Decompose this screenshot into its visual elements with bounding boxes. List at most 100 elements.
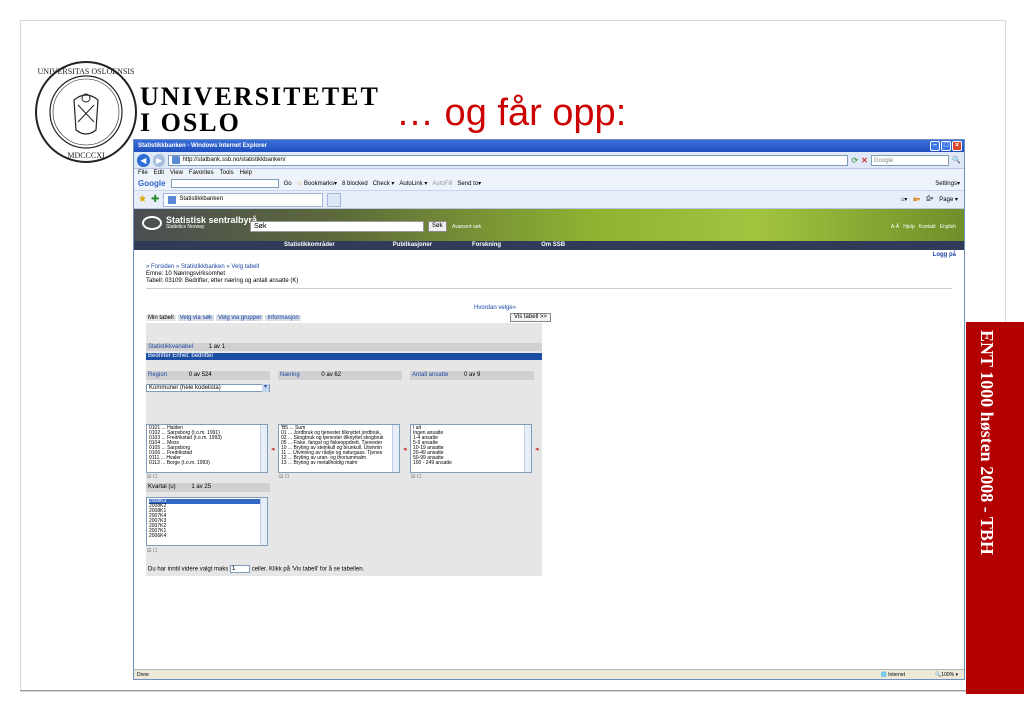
expand-arrow-icon[interactable]: ◂ [535, 445, 539, 453]
naering-listbox[interactable]: 'B5 ... Sum 01 ... Jordbruk og tjenester… [278, 424, 400, 473]
autofill-button[interactable]: AutoFill [432, 181, 452, 187]
back-icon[interactable]: ◀ [137, 153, 150, 167]
search-input[interactable]: Google [870, 154, 950, 166]
menu-favorites[interactable]: Favorites [189, 169, 214, 177]
menu-view[interactable]: View [170, 169, 183, 177]
login-link[interactable]: Logg på [933, 252, 956, 258]
google-toolbar: Google Go ☆ Bookmarks▾ 8 blocked Check ▾ … [134, 177, 964, 191]
link-english[interactable]: English [940, 224, 956, 230]
internet-zone: 🌐 Internet [880, 672, 905, 678]
link-help[interactable]: Hjelp [903, 224, 914, 230]
naering-scrollbar[interactable] [392, 425, 399, 472]
menu-bar: File Edit View Favorites Tools Help [134, 169, 964, 177]
expand-arrow-icon[interactable]: ◂ [403, 445, 407, 453]
naering-header: Næring 0 av 62 [278, 371, 402, 380]
tab-page-icon [168, 195, 177, 204]
autolink-button[interactable]: AutoLink ▾ [399, 180, 427, 187]
ansatte-label[interactable]: Antall ansatte [412, 372, 448, 378]
svg-text:UNIVERSITAS OSLOENSIS: UNIVERSITAS OSLOENSIS [38, 67, 135, 76]
naering-label[interactable]: Næring [280, 372, 300, 378]
google-logo: Google [138, 179, 166, 188]
nav-publikasjoner[interactable]: Publikasjoner [393, 241, 432, 250]
add-favorite-icon[interactable]: ✚ [151, 194, 159, 205]
breadcrumb[interactable]: » Forsiden » Statistikkbanken » Velg tab… [146, 264, 259, 270]
ssb-logo-icon [142, 216, 162, 230]
list-item[interactable]: 100 - 249 ansatte [413, 461, 529, 466]
region-label[interactable]: Region [148, 372, 167, 378]
stop-icon[interactable]: ✕ [861, 156, 868, 165]
maximize-icon[interactable]: □ [941, 141, 951, 151]
link-a-aa[interactable]: A-Å [891, 224, 899, 230]
region-scrollbar[interactable] [260, 425, 267, 472]
google-go-button[interactable]: Go [284, 181, 292, 187]
region-header: Region 0 av 524 [146, 371, 270, 380]
university-seal-logo: UNIVERSITAS OSLOENSIS MDCCCXI [35, 61, 137, 163]
course-sidebar-text: ENT 1000 høsten 2008 - TBH [977, 330, 997, 555]
tab-velg-via-grupper[interactable]: Velg via grupper [216, 315, 264, 321]
naering-count: 0 av 62 [321, 372, 342, 378]
ssb-search-button[interactable]: Søk [428, 221, 447, 232]
bookmarks-button[interactable]: ☆ Bookmarks▾ [297, 180, 337, 187]
menu-tools[interactable]: Tools [220, 169, 234, 177]
page-menu-button[interactable]: Page ▾ [939, 196, 958, 203]
search-icon[interactable]: 🔍 [952, 156, 961, 164]
select-all-icons[interactable]: ☑ ☐ [147, 548, 157, 554]
list-item[interactable]: 2006K4 [149, 534, 265, 539]
google-search-input[interactable] [170, 179, 279, 188]
ansatte-scrollbar[interactable] [524, 425, 531, 472]
cell-limit-input[interactable]: 1 [230, 565, 251, 573]
ansatte-listbox[interactable]: I alt Ingen ansatte 1-4 ansatte 5-9 ansa… [410, 424, 532, 473]
home-icon[interactable]: ⌂▾ [901, 196, 908, 203]
menu-file[interactable]: File [138, 169, 148, 177]
google-settings-button[interactable]: Settings▾ [935, 180, 964, 187]
statvar-selected-row[interactable]: Bedrifter Enhet: bedrifter [146, 353, 542, 360]
new-tab-button[interactable] [327, 192, 342, 207]
feeds-icon[interactable]: ◙▾ [913, 196, 920, 203]
print-icon[interactable]: ⎙▾ [926, 196, 933, 203]
ssb-logo[interactable]: Statistisk sentralbyrå Statistics Norway [142, 216, 257, 230]
ssb-search-input[interactable]: Søk [250, 221, 424, 232]
nav-om-ssb[interactable]: Om SSB [541, 241, 565, 250]
spellcheck-button[interactable]: Check ▾ [373, 180, 395, 187]
tab-velg-via-sok[interactable]: Velg via søk [177, 315, 215, 321]
link-contact[interactable]: Kontakt [919, 224, 936, 230]
browser-tab[interactable]: Statistikkbanken [163, 192, 324, 207]
expand-arrow-icon[interactable]: ◂ [271, 445, 275, 453]
minimize-icon[interactable]: – [930, 141, 940, 151]
ssb-top-links: A-Å Hjelp Kontakt English [891, 224, 956, 230]
menu-help[interactable]: Help [240, 169, 252, 177]
statvar-label[interactable]: Statistikkvariabel [148, 344, 193, 350]
region-listbox[interactable]: 0101 ... Halden 0102 ... Sarpsborg (t.o.… [146, 424, 268, 473]
table-label: Tabell: 03109: Bedrifter, etter næring o… [146, 278, 299, 284]
popup-blocked-button[interactable]: 8 blocked [342, 181, 368, 187]
select-all-icons[interactable]: ☑ ☐ [147, 474, 157, 480]
bookmarks-label: Bookmarks▾ [303, 181, 337, 187]
forward-icon[interactable]: ▶ [152, 153, 166, 167]
how-to-select-link[interactable]: Hvordan velge» [474, 305, 516, 311]
favorites-star-icon[interactable]: ★ [138, 194, 147, 205]
address-bar[interactable]: http://statbank.ssb.no/statistikkbanken/ [168, 154, 849, 166]
star-icon: ☆ [296, 181, 302, 187]
advanced-search-link[interactable]: Avansert søk [452, 224, 481, 230]
kvartal-label[interactable]: Kvartal (u) [148, 484, 176, 490]
kvartal-listbox[interactable]: 2008K3 2008K2 2008K1 2007K4 2007K3 2007K… [146, 497, 268, 546]
close-icon[interactable]: × [952, 141, 962, 151]
kvartal-scrollbar[interactable] [260, 498, 267, 545]
select-all-icons[interactable]: ☑ ☐ [279, 474, 289, 480]
list-item[interactable]: 0113 ... Borge (t.o.m. 1993) [149, 461, 265, 466]
statvar-header: Statistikkvariabel 1 av 1 [146, 343, 542, 351]
show-table-button[interactable]: Vis tabell >> [510, 313, 551, 322]
browser-statusbar: Done 🌐 Internet 🔍100% ▾ [134, 669, 964, 679]
sendto-button[interactable]: Send to▾ [457, 180, 481, 187]
region-dropdown[interactable]: Kommuner (hele kodelista) [146, 384, 270, 392]
zoom-level[interactable]: 🔍100% ▾ [935, 672, 958, 678]
select-all-icons[interactable]: ☑ ☐ [411, 474, 421, 480]
tab-min-tabell[interactable]: Min tabell [146, 315, 176, 321]
refresh-icon[interactable]: ⟳ [851, 156, 858, 165]
tab-informasjon[interactable]: Informasjon [265, 315, 301, 321]
nav-forskning[interactable]: Forskning [472, 241, 501, 250]
list-item[interactable]: 13 ... Bryting av metallholdig malm [281, 461, 397, 466]
menu-edit[interactable]: Edit [154, 169, 164, 177]
address-row: ◀ ▶ http://statbank.ssb.no/statistikkban… [134, 152, 964, 169]
nav-statistikkomrader[interactable]: Statistikkområder [284, 241, 335, 250]
